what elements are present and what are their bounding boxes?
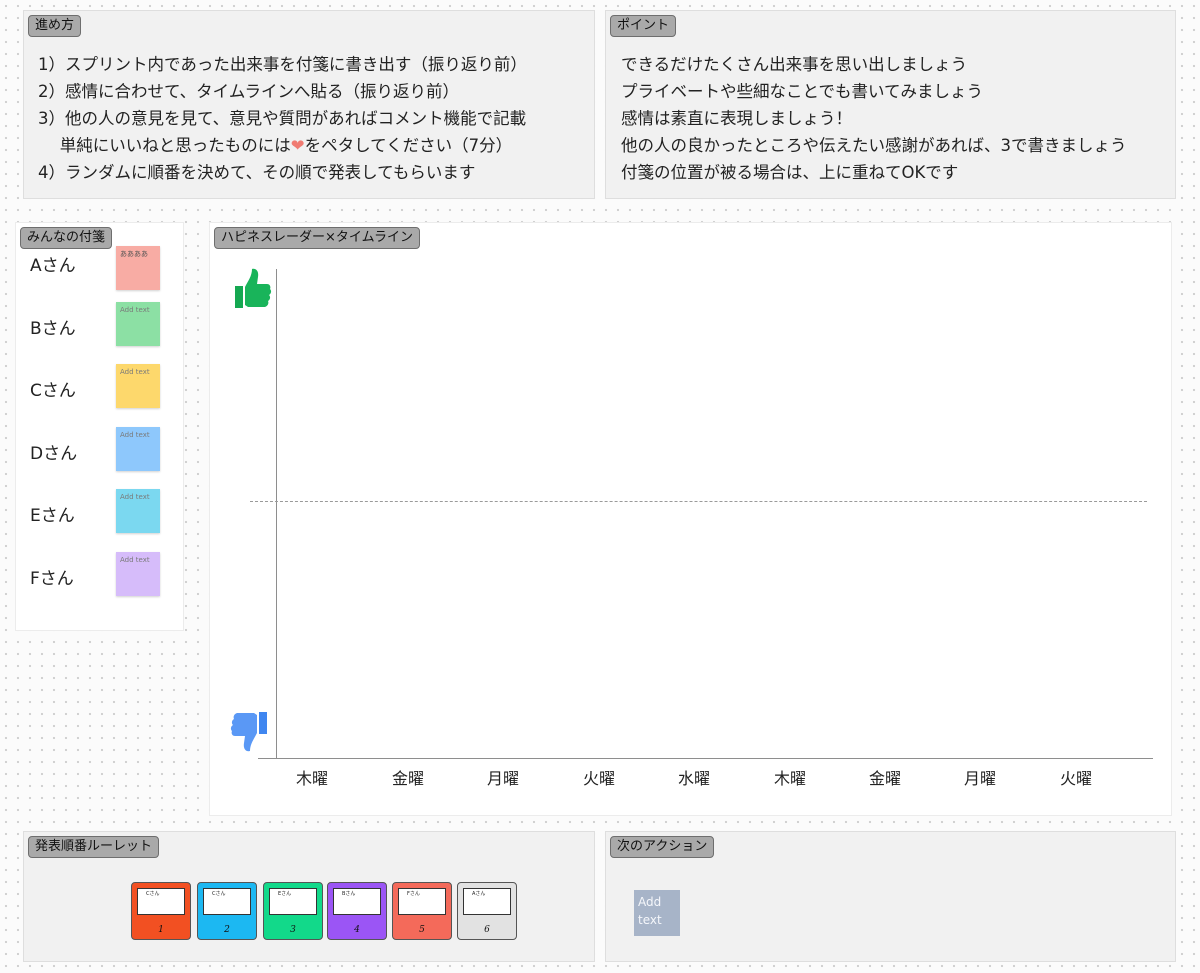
howto-line-4-post: をペタしてください（7分） <box>304 136 513 155</box>
member-name-d: Dさん <box>30 444 78 464</box>
howto-line-2: 2）感情に合わせて、タイムラインへ貼る（振り返り前） <box>38 82 460 101</box>
next-action-section: 次のアクション Add text <box>605 831 1176 962</box>
howto-section: 進め方 1）スプリント内であった出来事を付箋に書き出す（振り返り前） 2）感情に… <box>23 10 595 199</box>
member-name-a: Aさん <box>30 256 76 276</box>
sticky-note-c[interactable]: Add text <box>116 364 160 408</box>
howto-line-3: 3）他の人の意見を見て、意見や質問があればコメント機能で記載 <box>38 109 527 128</box>
next-action-tag[interactable]: 次のアクション <box>610 836 715 858</box>
howto-line-4: 単純にいいねと思ったものには❤をペタしてください（7分） <box>38 132 527 159</box>
member-name-b: Bさん <box>30 319 76 339</box>
timeline-horizontal-axis <box>258 758 1153 759</box>
roulette-card-6-name: Aさん <box>463 888 511 915</box>
points-lines: できるだけたくさん出来事を思い出しましょう プライベートや些細なことでも書いてみ… <box>621 51 1127 186</box>
timeline-vertical-axis <box>276 269 277 759</box>
roulette-card-1-number: 1 <box>158 925 164 935</box>
member-name-f: Fさん <box>30 569 74 589</box>
howto-line-4-pre: 単純にいいねと思ったものには <box>38 136 291 155</box>
sticky-note-a[interactable]: ああああ <box>116 246 160 290</box>
roulette-tag[interactable]: 発表順番ルーレット <box>28 836 160 858</box>
day-label-1: 木曜 <box>295 769 328 788</box>
roulette-card-2-name: Cさん <box>203 888 251 915</box>
day-label-9: 火曜 <box>1059 769 1092 788</box>
timeline-neutral-line <box>250 501 1147 502</box>
roulette-card-4-number: 4 <box>354 925 360 935</box>
points-line-4: 他の人の良かったところや伝えたい感謝があれば、3で書きましょう <box>621 136 1127 155</box>
roulette-card-2-number: 2 <box>224 925 230 935</box>
points-line-2: プライベートや些細なことでも書いてみましょう <box>621 82 984 101</box>
roulette-card-5-name: Fさん <box>398 888 446 915</box>
points-line-5: 付箋の位置が被る場合は、上に重ねてOKです <box>621 163 959 182</box>
member-name-c: Cさん <box>30 381 76 401</box>
roulette-card-1-name: Cさん <box>137 888 185 915</box>
member-name-e: Eさん <box>30 506 75 526</box>
day-label-2: 金曜 <box>391 769 424 788</box>
howto-lines: 1）スプリント内であった出来事を付箋に書き出す（振り返り前） 2）感情に合わせて… <box>38 51 527 186</box>
day-label-4: 火曜 <box>582 769 615 788</box>
sticky-note-d[interactable]: Add text <box>116 427 160 471</box>
members-section: みんなの付箋 Aさん ああああ Bさん Add text Cさん Add tex… <box>15 222 184 631</box>
timeline-section: ハピネスレーダー×タイムライン 木曜 金曜 月曜 火曜 水曜 木曜 金曜 月曜 … <box>209 222 1172 816</box>
points-section: ポイント できるだけたくさん出来事を思い出しましょう プライベートや些細なことで… <box>605 10 1176 199</box>
thumbs-up-icon <box>230 266 274 311</box>
sticky-note-b[interactable]: Add text <box>116 302 160 346</box>
points-line-3: 感情は素直に表現しましょう！ <box>621 109 852 128</box>
roulette-card-6-number: 6 <box>484 925 490 935</box>
thumbs-down-icon <box>228 709 272 754</box>
howto-tag[interactable]: 進め方 <box>28 15 82 37</box>
roulette-card-4-name: Bさん <box>333 888 381 915</box>
next-action-note[interactable]: Add text <box>634 890 680 936</box>
roulette-card-5[interactable]: Fさん 5 <box>392 882 452 940</box>
points-tag[interactable]: ポイント <box>610 15 677 37</box>
roulette-card-4[interactable]: Bさん 4 <box>327 882 387 940</box>
sticky-note-e[interactable]: Add text <box>116 489 160 533</box>
howto-line-1: 1）スプリント内であった出来事を付箋に書き出す（振り返り前） <box>38 55 527 74</box>
roulette-card-3-name: Eさん <box>269 888 317 915</box>
roulette-section: 発表順番ルーレット Cさん 1 Cさん 2 Eさん 3 Bさん 4 Fさん 5 … <box>23 831 595 962</box>
roulette-card-1[interactable]: Cさん 1 <box>131 882 191 940</box>
day-label-8: 月曜 <box>963 769 996 788</box>
day-label-6: 木曜 <box>773 769 806 788</box>
points-line-1: できるだけたくさん出来事を思い出しましょう <box>621 55 968 74</box>
roulette-card-6[interactable]: Aさん 6 <box>457 882 517 940</box>
howto-line-5: 4）ランダムに順番を決めて、その順で発表してもらいます <box>38 163 476 182</box>
members-tag[interactable]: みんなの付箋 <box>20 227 113 249</box>
heart-icon: ❤ <box>290 136 305 155</box>
roulette-card-2[interactable]: Cさん 2 <box>197 882 257 940</box>
roulette-card-3[interactable]: Eさん 3 <box>263 882 323 940</box>
day-label-3: 月曜 <box>486 769 519 788</box>
day-label-5: 水曜 <box>677 769 710 788</box>
sticky-note-f[interactable]: Add text <box>116 552 160 596</box>
roulette-card-5-number: 5 <box>419 925 425 935</box>
timeline-tag[interactable]: ハピネスレーダー×タイムライン <box>214 227 420 249</box>
roulette-card-3-number: 3 <box>290 925 296 935</box>
day-label-7: 金曜 <box>868 769 901 788</box>
